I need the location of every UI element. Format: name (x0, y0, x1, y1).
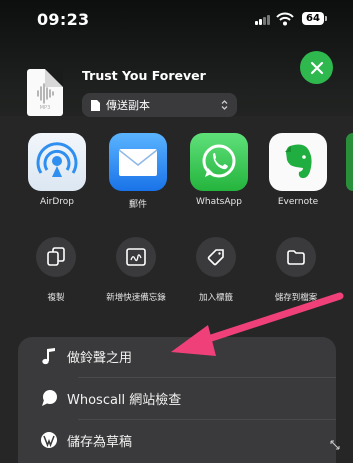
share-app-airdrop[interactable]: AirDrop (24, 133, 90, 207)
action-list: 做鈴聲之用 Whoscall 網站檢查 儲存為草稿 (18, 337, 336, 463)
wordpress-icon (41, 432, 57, 448)
file-title: Trust You Forever (82, 68, 206, 83)
whatsapp-icon (190, 133, 248, 191)
divider (78, 419, 336, 420)
app-name: 郵件 (128, 200, 147, 210)
airdrop-icon (28, 133, 86, 191)
action-label: 複製 (47, 293, 65, 303)
menu-item-label: Whoscall 網站檢查 (67, 392, 182, 408)
chevron-up-down-icon (221, 100, 228, 110)
send-copy-selector[interactable]: 傳送副本 (82, 93, 237, 117)
menu-item-whoscall[interactable]: Whoscall 網站檢查 (18, 379, 336, 417)
menu-item-label: 儲存為草稿 (67, 434, 133, 450)
share-app-whatsapp[interactable]: WhatsApp (186, 133, 252, 207)
action-label: 儲存到檔案 (274, 293, 318, 303)
menu-item-ringtone[interactable]: 做鈴聲之用 (18, 337, 336, 375)
folder-icon (287, 249, 305, 265)
status-time: 09:23 (37, 10, 90, 29)
app-name: Evernote (277, 197, 319, 207)
wifi-icon (276, 12, 294, 26)
copy-icon (47, 247, 65, 266)
file-extension: MP3 (39, 105, 51, 111)
battery-indicator: 64 (302, 12, 327, 25)
quick-note-icon (126, 248, 146, 266)
document-icon (91, 99, 100, 111)
share-app-mail[interactable]: 郵件 (105, 133, 171, 210)
action-add-tag[interactable]: 加入標籤 (176, 237, 256, 303)
close-button[interactable] (300, 51, 333, 84)
resize-icon (330, 440, 340, 450)
menu-item-label: 做鈴聲之用 (67, 350, 133, 366)
app-name: WhatsApp (196, 197, 242, 207)
cellular-signal-icon (255, 15, 271, 25)
action-quick-note[interactable]: 新增快速備忘錄 (96, 237, 176, 303)
mail-icon (109, 133, 167, 191)
send-copy-label: 傳送副本 (106, 99, 150, 112)
share-app-evernote[interactable]: Evernote (265, 133, 331, 207)
action-label: 新增快速備忘錄 (106, 293, 166, 303)
app-name: AirDrop (39, 197, 74, 207)
action-label: 加入標籤 (198, 293, 233, 303)
file-thumbnail: MP3 (27, 69, 63, 116)
action-save-to-files[interactable]: 儲存到檔案 (256, 237, 336, 303)
close-icon (310, 61, 323, 74)
evernote-icon (269, 133, 327, 191)
divider (78, 377, 336, 378)
music-note-icon (42, 348, 55, 365)
menu-item-save-draft[interactable]: 儲存為草稿 (18, 421, 336, 459)
action-copy[interactable]: 複製 (16, 237, 96, 303)
whoscall-icon (42, 390, 57, 406)
tag-icon (207, 249, 224, 266)
share-app-partial[interactable] (346, 133, 353, 191)
